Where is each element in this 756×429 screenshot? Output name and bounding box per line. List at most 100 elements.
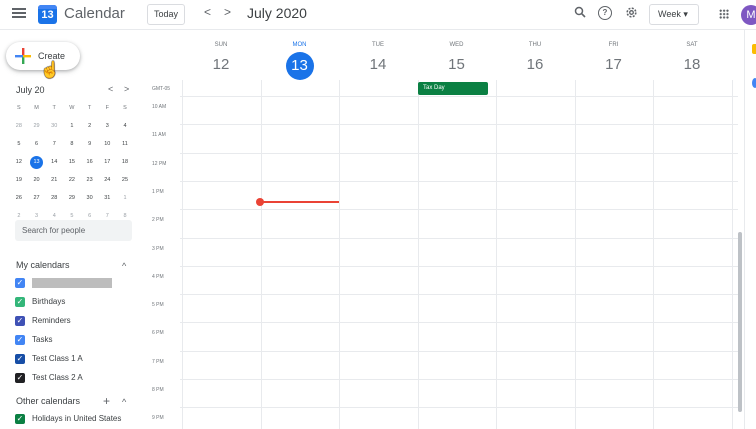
checkbox-checked-icon[interactable]: ✓: [15, 354, 25, 364]
event-chip[interactable]: Tax Day: [418, 82, 488, 95]
mini-day[interactable]: 10: [98, 135, 116, 153]
today-date-number[interactable]: 13: [285, 52, 314, 80]
mini-day[interactable]: 27: [28, 189, 46, 207]
my-calendars-collapse-icon[interactable]: ^: [122, 261, 126, 271]
calendar-list-item[interactable]: ✓ Birthdays: [15, 296, 135, 310]
date-number[interactable]: 18: [684, 56, 701, 73]
mini-prev-month-button[interactable]: <: [108, 84, 113, 94]
mini-day[interactable]: 11: [116, 135, 134, 153]
today-button[interactable]: Today: [147, 4, 185, 25]
mini-next-month-button[interactable]: >: [124, 84, 129, 94]
mini-day[interactable]: 20: [28, 171, 46, 189]
plus-icon: [15, 48, 31, 64]
mini-day[interactable]: 23: [81, 171, 99, 189]
mini-day-number: 5: [70, 213, 74, 219]
mini-day[interactable]: 16: [81, 153, 99, 171]
account-avatar[interactable]: M: [741, 5, 756, 25]
mini-day[interactable]: 15: [63, 153, 81, 171]
pointer-hand-icon: ☝: [40, 62, 60, 79]
mini-day[interactable]: 17: [98, 153, 116, 171]
date-number[interactable]: 12: [213, 56, 230, 73]
checkbox-checked-icon[interactable]: ✓: [15, 316, 25, 326]
mini-day-number: 26: [15, 195, 22, 201]
mini-day[interactable]: 1: [116, 189, 134, 207]
mini-day[interactable]: 14: [45, 153, 63, 171]
mini-day[interactable]: 28: [45, 189, 63, 207]
mini-day[interactable]: 5: [10, 135, 28, 153]
date-number[interactable]: 16: [527, 56, 544, 73]
mini-day[interactable]: 19: [10, 171, 28, 189]
checkbox-checked-icon[interactable]: ✓: [15, 373, 25, 383]
mini-day[interactable]: 29: [63, 189, 81, 207]
grid-scrollbar[interactable]: [738, 232, 742, 412]
date-number[interactable]: 15: [448, 56, 465, 73]
mini-day[interactable]: 28: [10, 117, 28, 135]
checkbox-checked-icon[interactable]: ✓: [15, 414, 25, 424]
mini-day-number: 30: [51, 123, 58, 129]
checkbox-checked-icon[interactable]: ✓: [15, 335, 25, 345]
day-column-header[interactable]: THU 16: [496, 42, 574, 74]
mini-day[interactable]: 3: [98, 117, 116, 135]
other-calendars-collapse-icon[interactable]: ^: [122, 397, 126, 407]
mini-day[interactable]: 29: [28, 117, 46, 135]
search-icon[interactable]: [573, 6, 587, 20]
previous-week-button[interactable]: <: [204, 5, 211, 19]
search-people-input[interactable]: Search for people: [15, 220, 132, 241]
mini-day[interactable]: 8: [63, 135, 81, 153]
mini-day[interactable]: 9: [81, 135, 99, 153]
hour-label: 12 PM: [152, 160, 167, 167]
mini-day[interactable]: 30: [45, 117, 63, 135]
date-number[interactable]: 17: [605, 56, 622, 73]
mini-day-number: 10: [104, 141, 111, 147]
mini-day-number: 11: [122, 141, 128, 147]
day-column-header[interactable]: SUN 12: [182, 42, 260, 74]
main-menu-icon[interactable]: [12, 6, 26, 22]
keep-icon[interactable]: [752, 44, 756, 54]
logo-day: 13: [41, 9, 54, 21]
next-week-button[interactable]: >: [224, 5, 231, 19]
mini-day[interactable]: 21: [45, 171, 63, 189]
mini-day[interactable]: 7: [45, 135, 63, 153]
add-calendar-icon[interactable]: +: [103, 394, 110, 408]
date-number[interactable]: 14: [370, 56, 387, 73]
day-column-header[interactable]: TUE 14: [339, 42, 417, 74]
mini-day[interactable]: 12: [10, 153, 28, 171]
day-column-header[interactable]: MON 13: [261, 42, 339, 80]
mini-day[interactable]: 4: [116, 117, 134, 135]
help-icon[interactable]: ?: [598, 6, 612, 20]
hour-label: 10 AM: [152, 104, 167, 110]
checkbox-checked-icon[interactable]: ✓: [15, 297, 25, 307]
calendar-logo-icon[interactable]: 13: [38, 5, 57, 24]
mini-day[interactable]: 31: [98, 189, 116, 207]
settings-gear-icon[interactable]: [624, 6, 638, 20]
mini-day[interactable]: 1: [63, 117, 81, 135]
mini-day[interactable]: 6: [28, 135, 46, 153]
mini-day-number: 19: [15, 177, 22, 183]
calendar-list-item[interactable]: ✓ Test Class 1 A: [15, 353, 135, 367]
calendar-list-item[interactable]: ✓ Holidays in United States: [15, 413, 135, 427]
mini-day[interactable]: 22: [63, 171, 81, 189]
tasks-icon[interactable]: [752, 78, 756, 88]
mini-day-number: 9: [88, 141, 92, 147]
calendar-list-item[interactable]: ✓ Test Class 2 A: [15, 372, 135, 386]
view-switcher-button[interactable]: Week ▾: [649, 4, 699, 25]
mini-day[interactable]: 24: [98, 171, 116, 189]
app-title: Calendar: [64, 5, 125, 22]
grid-hour-divider: [180, 350, 738, 352]
google-apps-icon[interactable]: [719, 9, 729, 19]
calendar-list-item[interactable]: ✓ Tasks: [15, 334, 135, 348]
day-column-header[interactable]: WED 15: [418, 42, 496, 74]
grid-column-divider: [260, 80, 262, 429]
checkbox-checked-icon[interactable]: ✓: [15, 278, 25, 288]
mini-day-today[interactable]: 13: [28, 153, 46, 171]
hour-label: 5 PM: [152, 302, 164, 309]
calendar-list-item[interactable]: ✓: [15, 277, 135, 291]
day-column-header[interactable]: FRI 17: [575, 42, 653, 74]
mini-day[interactable]: 25: [116, 171, 134, 189]
mini-day[interactable]: 18: [116, 153, 134, 171]
mini-day[interactable]: 2: [81, 117, 99, 135]
mini-day[interactable]: 26: [10, 189, 28, 207]
mini-day[interactable]: 30: [81, 189, 99, 207]
calendar-list-item[interactable]: ✓ Reminders: [15, 315, 135, 329]
day-column-header[interactable]: SAT 18: [653, 42, 731, 74]
